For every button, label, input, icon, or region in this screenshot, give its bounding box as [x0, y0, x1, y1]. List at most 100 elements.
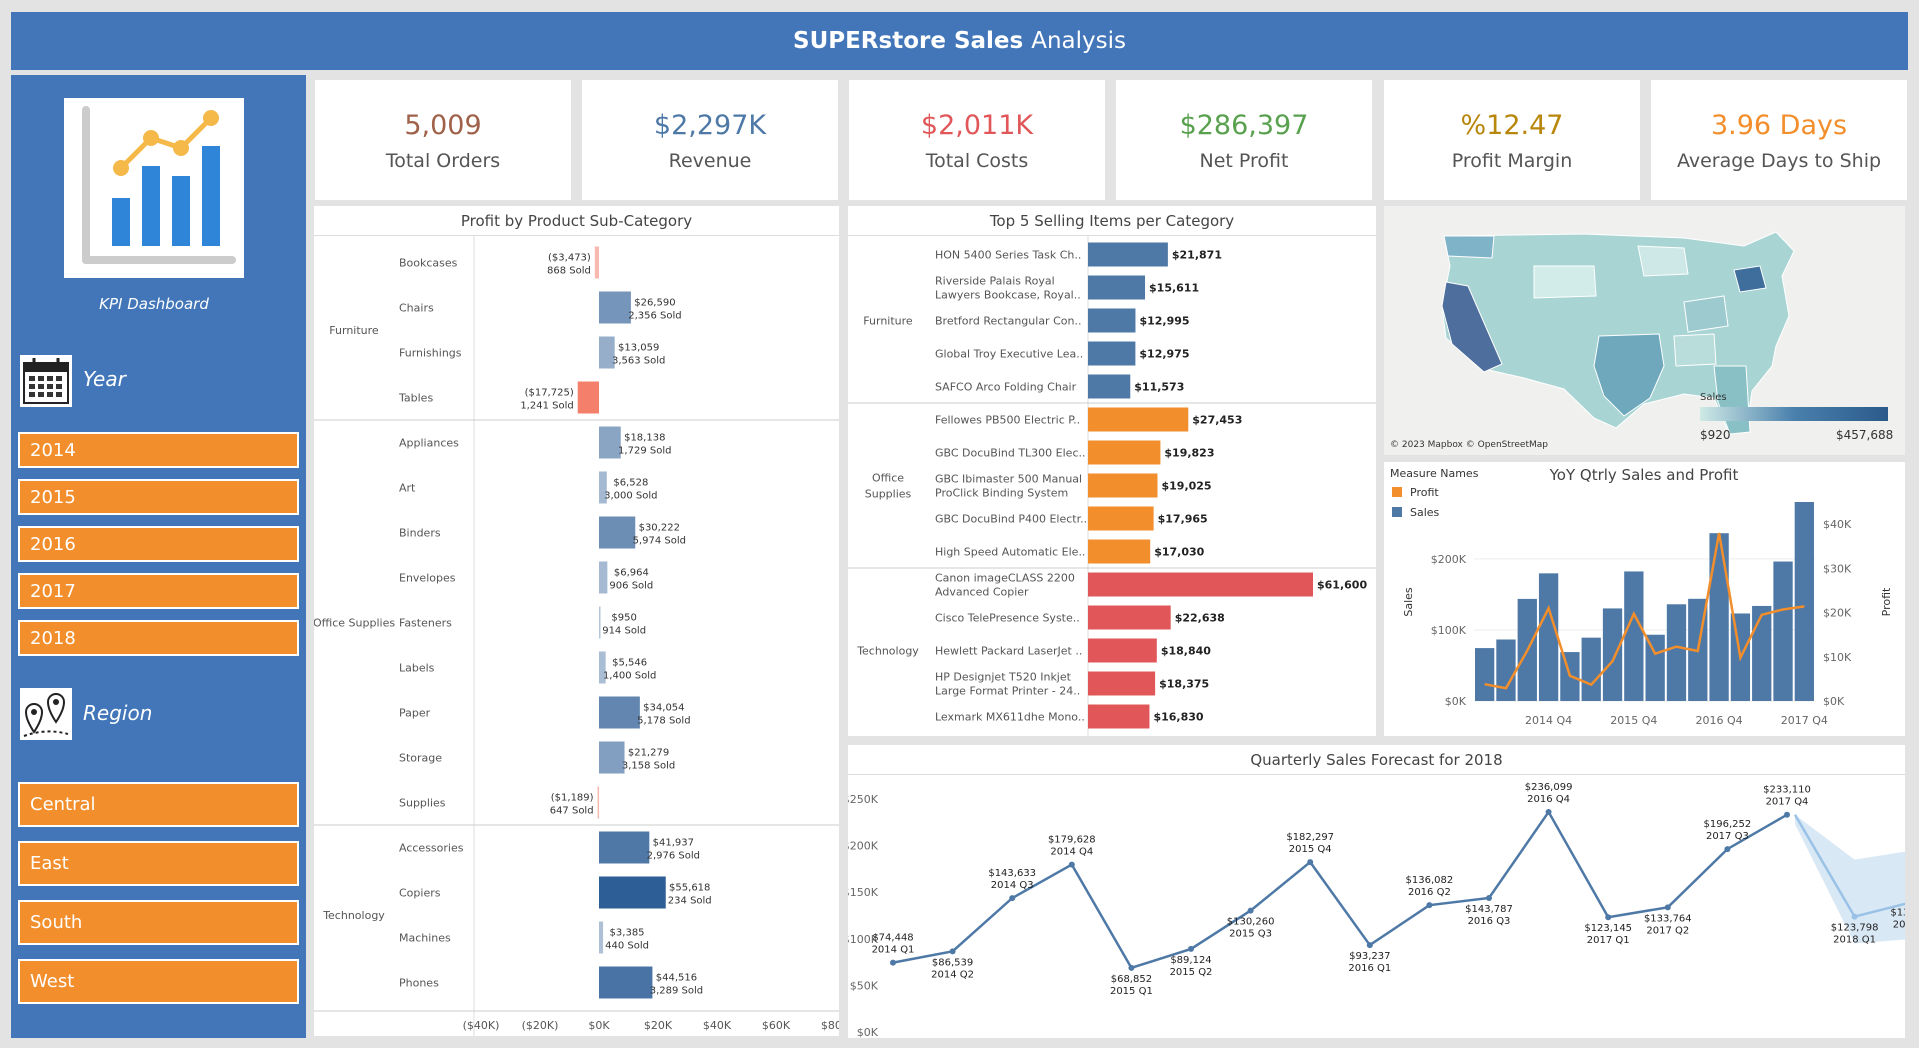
x-tick-label: 2015 Q4 — [1610, 714, 1657, 727]
actual-point — [1486, 894, 1492, 901]
sales-map-panel[interactable]: © 2023 Mapbox © OpenStreetMap Sales $920… — [1384, 206, 1905, 455]
profit-value-label: $6,964 — [614, 568, 649, 579]
item-value-label: $17,030 — [1154, 546, 1204, 559]
actual-point — [1605, 914, 1612, 921]
subcategory-label: Machines — [399, 932, 451, 945]
kpi-value: $2,011K — [920, 110, 1034, 141]
subcategory-label: Fasteners — [399, 617, 452, 630]
profit-chart-title: Profit by Product Sub-Category — [314, 206, 839, 236]
item-name-label: GBC DocuBind P400 Electr.. — [935, 513, 1087, 526]
item-value-label: $19,025 — [1161, 480, 1211, 493]
item-bar — [1088, 605, 1171, 630]
kpi-value: $2,297K — [653, 110, 767, 141]
units-sold-label: 647 Sold — [550, 806, 594, 817]
units-sold-label: 868 Sold — [547, 266, 591, 277]
point-quarter-label: 2014 Q4 — [1050, 847, 1093, 858]
units-sold-label: 914 Sold — [602, 626, 646, 637]
point-quarter-label: 2017 Q1 — [1587, 935, 1630, 946]
subcategory-label: Paper — [399, 707, 431, 720]
map-legend-title: Sales — [1700, 392, 1727, 403]
region-filter-central[interactable]: Central — [18, 782, 299, 827]
region-filter-south[interactable]: South — [18, 900, 299, 945]
units-sold-label: 1,729 Sold — [618, 446, 671, 457]
profit-value-label: $13,059 — [618, 343, 659, 354]
year-filter-2016[interactable]: 2016 — [18, 526, 299, 562]
item-bar — [1088, 572, 1313, 597]
point-quarter-label: 2016 Q3 — [1468, 916, 1511, 927]
item-bar — [1088, 242, 1168, 267]
item-bar — [1088, 671, 1156, 696]
subcategory-label: Supplies — [399, 797, 446, 810]
forecast-band — [1795, 814, 1905, 944]
y-right-tick: $40K — [1823, 518, 1852, 531]
profit-bar — [599, 606, 601, 639]
subcategory-label: Chairs — [399, 302, 434, 315]
y-right-tick: $0K — [1823, 695, 1845, 708]
region-filter-east[interactable]: East — [18, 841, 299, 886]
sales-bar — [1645, 634, 1665, 701]
calendar-icon — [20, 355, 72, 407]
sales-bar — [1709, 533, 1729, 701]
point-value-label: $182,297 — [1286, 832, 1334, 843]
kpi-label: Net Profit — [1199, 150, 1289, 172]
item-value-label: $12,975 — [1139, 348, 1189, 361]
category-label: Office — [872, 472, 904, 485]
profit-value-label: $55,618 — [669, 883, 710, 894]
year-filter-2017[interactable]: 2017 — [18, 573, 299, 609]
units-sold-label: 234 Sold — [668, 896, 712, 907]
units-sold-label: 3,000 Sold — [604, 491, 657, 502]
profit-value-label: $6,528 — [613, 478, 648, 489]
item-value-label: $11,573 — [1134, 381, 1184, 394]
sales-bar — [1666, 604, 1687, 701]
kpi-label: Total Costs — [925, 150, 1029, 172]
item-name-label: Lawyers Bookcase, Royal.. — [935, 289, 1081, 302]
x-tick-label: 2014 Q4 — [1525, 714, 1572, 727]
profit-bar — [599, 696, 640, 729]
y-tick-label: $0K — [857, 1026, 879, 1038]
item-name-label: HON 5400 Series Task Ch.. — [935, 249, 1081, 262]
point-quarter-label: 2015 Q4 — [1289, 844, 1332, 855]
header-title-bold: SUPERstore Sales — [793, 28, 1024, 54]
kpi-card-total-orders: 5,009 Total Orders — [315, 80, 571, 200]
year-filter-2015[interactable]: 2015 — [18, 479, 299, 515]
profit-bar — [599, 831, 650, 864]
actual-point — [1664, 904, 1671, 911]
sales-bar — [1538, 573, 1559, 701]
profit-bar — [577, 381, 599, 414]
subcategory-label: Copiers — [399, 887, 441, 900]
point-quarter-label: 2016 Q4 — [1527, 794, 1570, 805]
item-bar — [1088, 638, 1157, 663]
x-tick-label: ($40K) — [463, 1019, 500, 1032]
subcategory-label: Tables — [398, 392, 433, 405]
actual-point — [949, 948, 956, 955]
region-filter-west[interactable]: West — [18, 959, 299, 1004]
forecast-point — [1851, 913, 1858, 920]
profit-value-label: $950 — [611, 613, 636, 624]
actual-point — [1188, 945, 1194, 952]
point-value-label: $93,237 — [1349, 951, 1390, 962]
item-bar — [1088, 308, 1136, 333]
yoy-sales-profit-chart: YoY Qtrly Sales and Profit Measure Names P… — [1390, 466, 1893, 727]
sales-bar — [1496, 639, 1516, 701]
yoy-chart-title: YoY Qtrly Sales and Profit — [1549, 466, 1739, 484]
actual-point — [1784, 811, 1790, 818]
item-bar — [1088, 539, 1151, 564]
category-label: Furniture — [863, 315, 913, 328]
profit-bar — [599, 561, 608, 594]
year-filter-2018[interactable]: 2018 — [18, 620, 299, 656]
point-value-label: $233,110 — [1763, 785, 1811, 796]
item-name-label: Canon imageCLASS 2200 — [935, 572, 1075, 585]
profit-value-label: $18,138 — [624, 433, 665, 444]
units-sold-label: 1,400 Sold — [603, 671, 656, 682]
legend-title: Measure Names — [1390, 467, 1479, 480]
profit-bar — [599, 291, 631, 324]
year-filter-2014[interactable]: 2014 — [18, 432, 299, 468]
point-value-label: $123,798 — [1831, 923, 1879, 934]
item-name-label: Bretford Rectangular Con.. — [935, 315, 1081, 328]
map-pins-icon — [20, 688, 72, 740]
units-sold-label: 2,976 Sold — [647, 851, 700, 862]
actual-point — [1068, 861, 1075, 868]
point-value-label: $143,787 — [1465, 904, 1513, 915]
point-quarter-label: 2014 Q2 — [931, 969, 974, 980]
units-sold-label: 440 Sold — [605, 941, 649, 952]
